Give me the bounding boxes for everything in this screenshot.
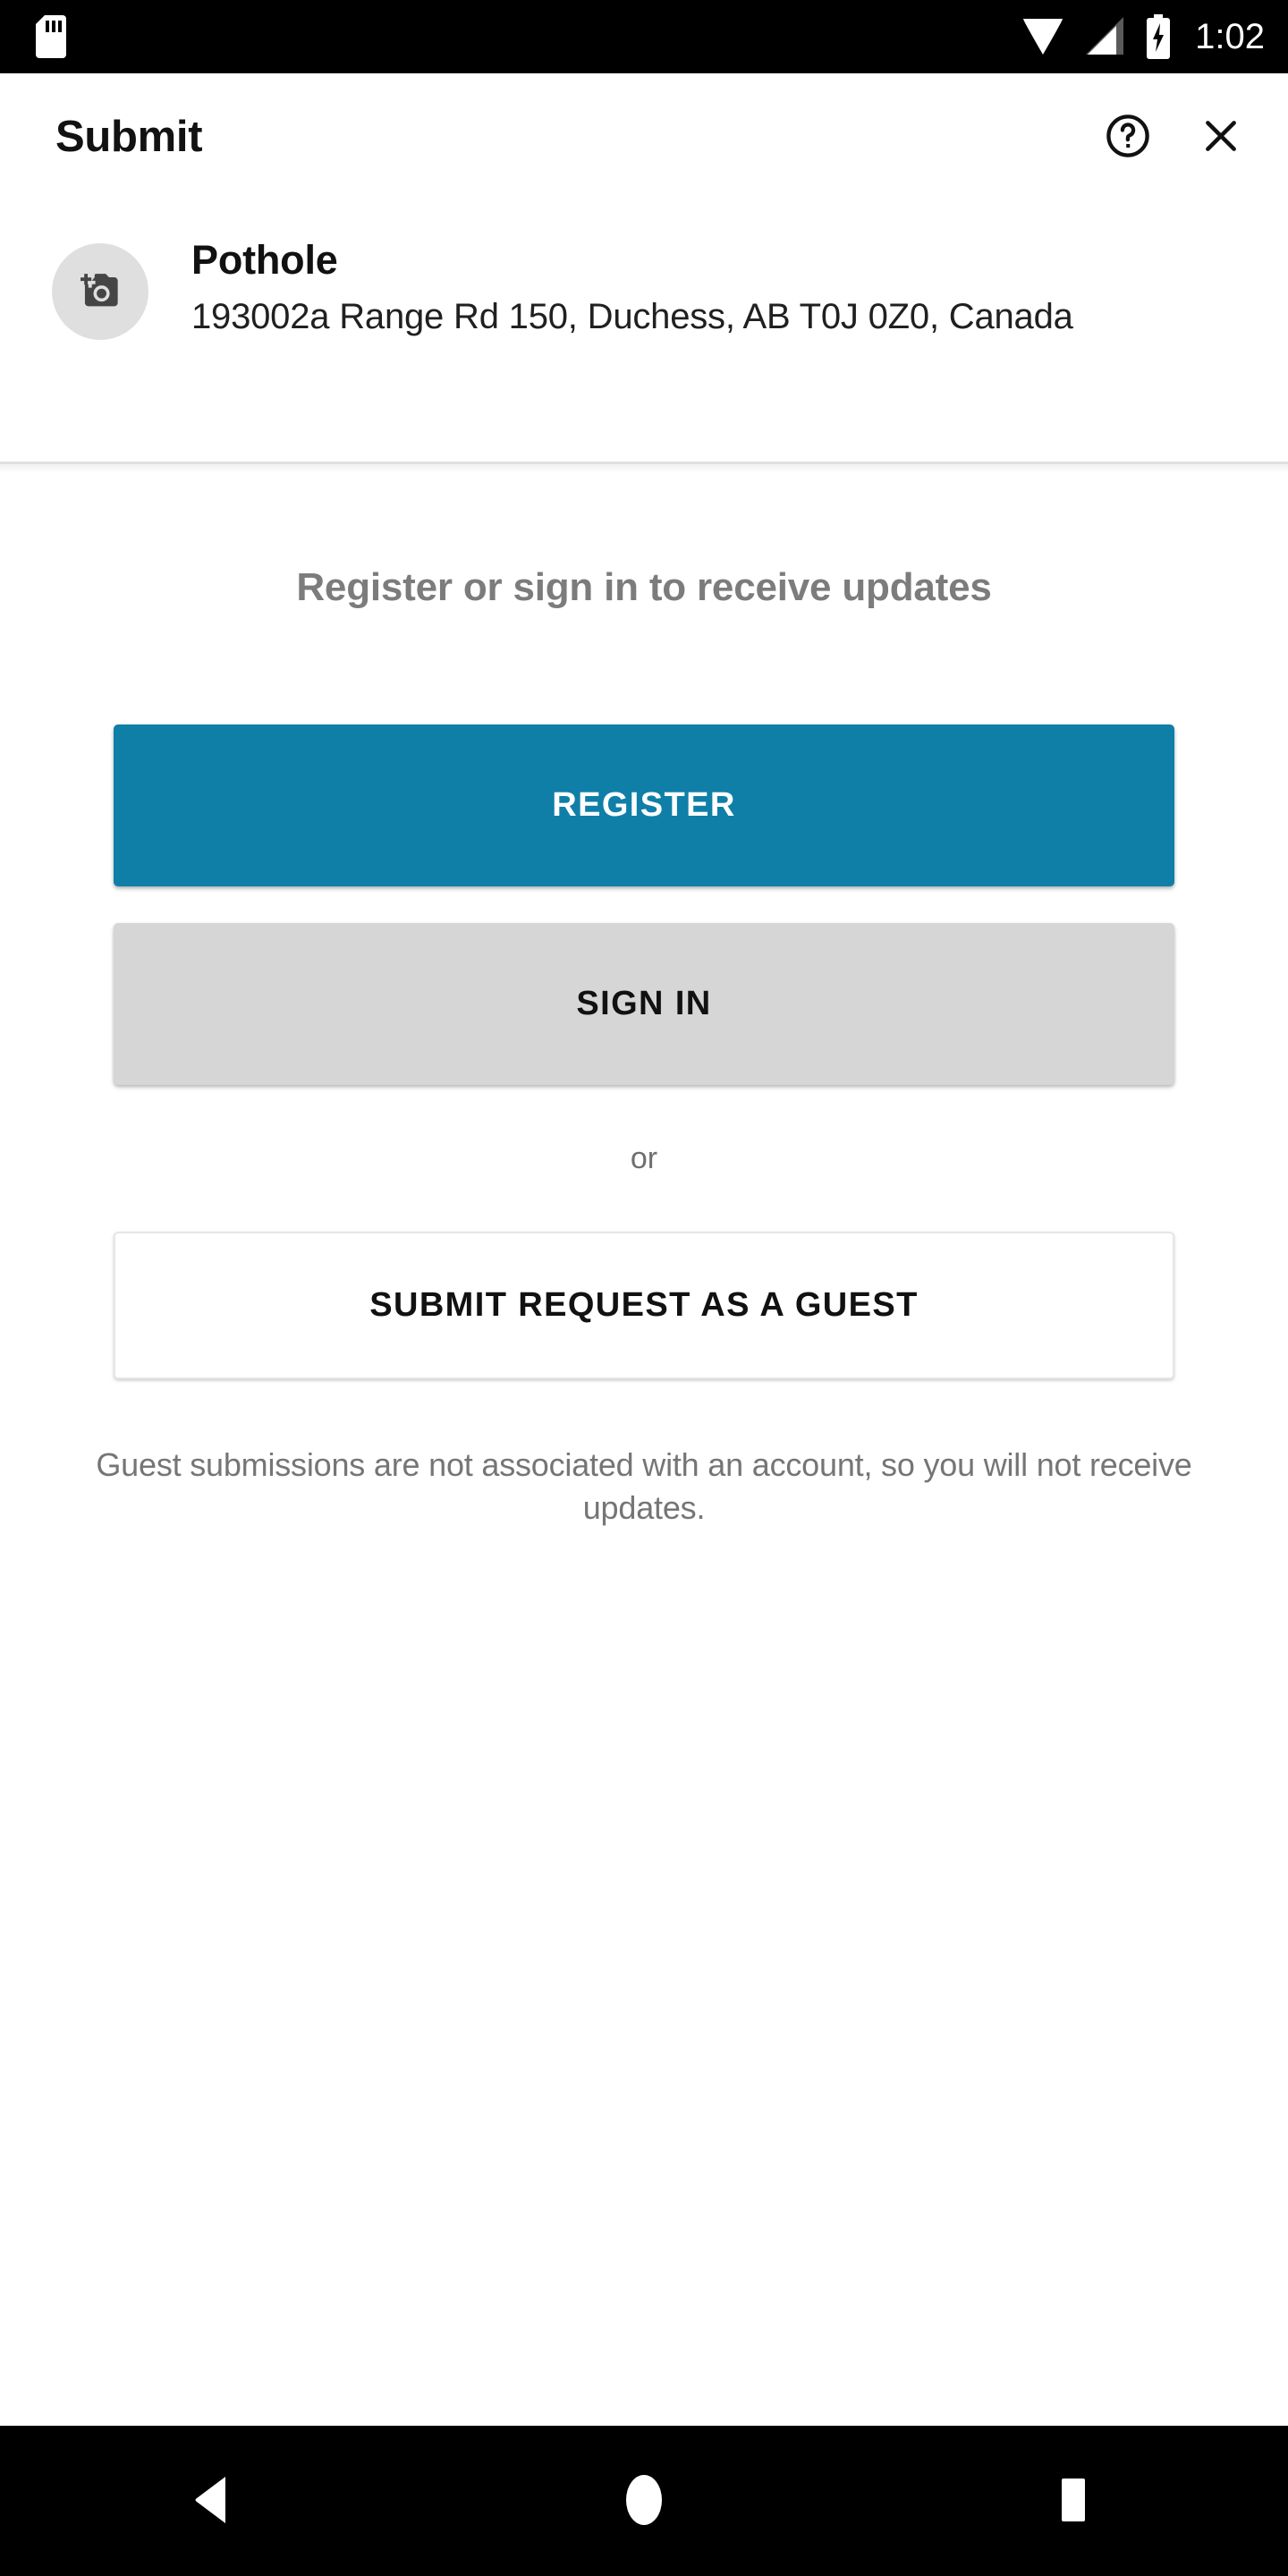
auth-buttons: REGISTER SIGN IN or SUBMIT REQUEST AS A … <box>0 724 1288 1379</box>
phone-screen: 1:02 Submit Pothole 193002a Range Rd 150… <box>0 0 1288 2576</box>
wifi-icon <box>1021 15 1064 58</box>
or-divider: or <box>630 1141 658 1175</box>
status-bar-left <box>36 15 66 58</box>
app-bar-actions <box>1100 109 1249 165</box>
android-navigation-bar <box>0 2426 1288 2576</box>
cellular-signal-icon <box>1084 15 1125 58</box>
request-summary-row[interactable]: Pothole 193002a Range Rd 150, Duchess, A… <box>0 200 1288 462</box>
close-button[interactable] <box>1193 109 1249 165</box>
status-bar-clock: 1:02 <box>1195 17 1265 56</box>
request-title: Pothole <box>191 237 338 283</box>
row-divider-shadow <box>0 464 1288 473</box>
battery-charging-icon <box>1145 14 1172 59</box>
nav-back-button[interactable] <box>116 2426 313 2576</box>
back-triangle-icon <box>191 2475 238 2528</box>
nav-home-button[interactable] <box>546 2426 742 2576</box>
recents-square-icon <box>1050 2477 1097 2526</box>
avatar[interactable] <box>52 243 148 340</box>
sd-card-icon <box>36 15 66 58</box>
nav-recents-button[interactable] <box>975 2426 1172 2576</box>
guest-note: Guest submissions are not associated wit… <box>96 1446 1192 1526</box>
app-bar: Submit <box>0 73 1288 200</box>
request-address: 193002a Range Rd 150, Duchess, AB T0J 0Z… <box>191 297 1073 337</box>
add-a-photo-icon <box>72 262 128 322</box>
main-content: Register or sign in to receive updates R… <box>0 473 1288 1530</box>
request-summary-text: Pothole 193002a Range Rd 150, Duchess, A… <box>191 237 1073 462</box>
help-circle-icon <box>1104 112 1152 163</box>
help-button[interactable] <box>1100 109 1156 165</box>
status-bar: 1:02 <box>0 0 1288 73</box>
auth-prompt: Register or sign in to receive updates <box>296 565 992 609</box>
close-icon <box>1197 112 1245 163</box>
page-title: Submit <box>55 113 203 161</box>
status-bar-right: 1:02 <box>1021 14 1265 59</box>
home-circle-icon <box>619 2474 669 2528</box>
register-button[interactable]: REGISTER <box>114 724 1174 886</box>
sign-in-button[interactable]: SIGN IN <box>114 923 1174 1085</box>
submit-as-guest-button[interactable]: SUBMIT REQUEST AS A GUEST <box>114 1232 1174 1379</box>
